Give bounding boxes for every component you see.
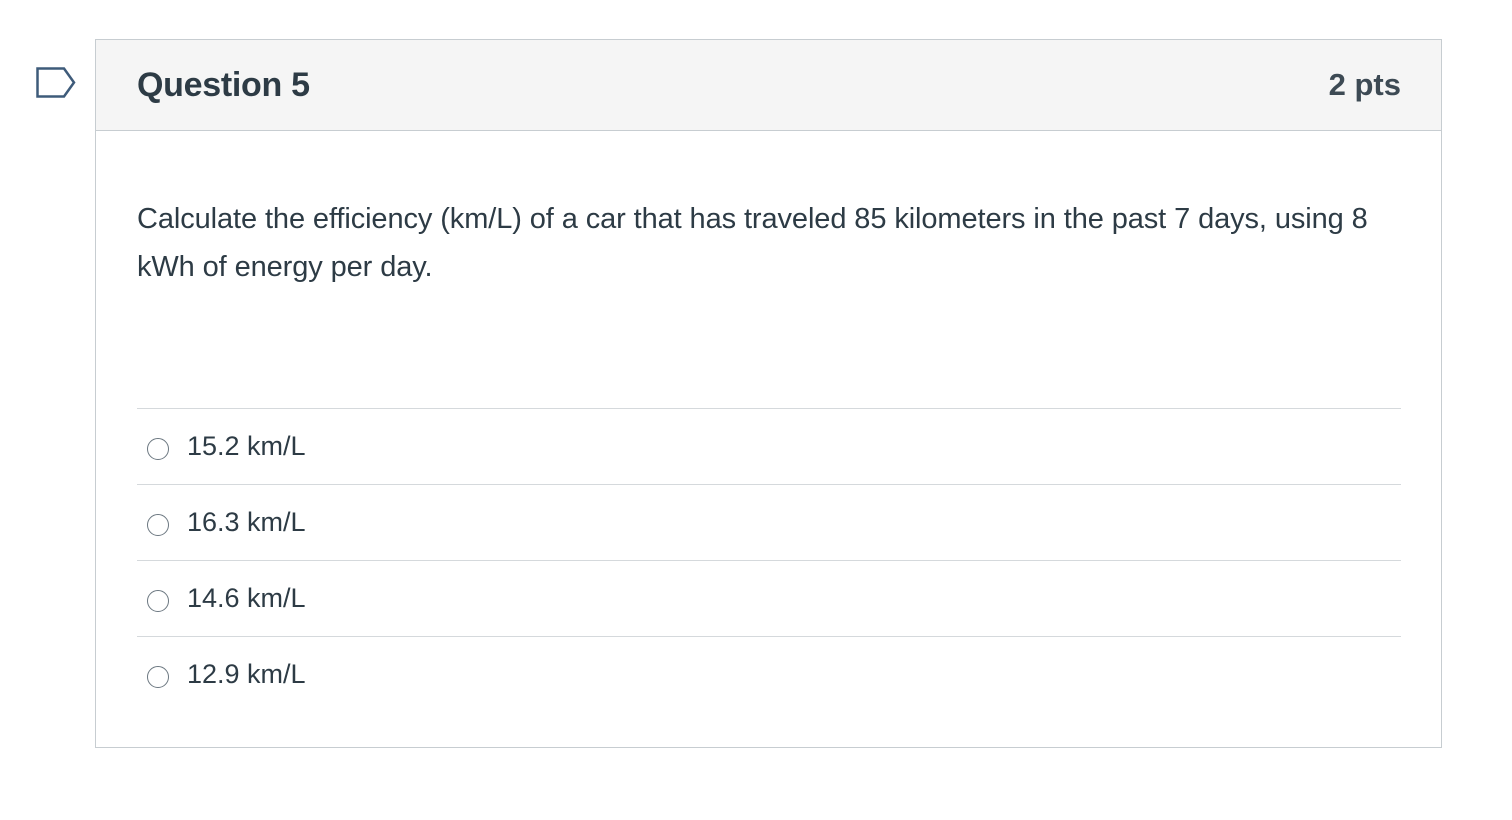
question-header: Question 5 2 pts [96, 40, 1441, 131]
question-card: Question 5 2 pts Calculate the efficienc… [95, 39, 1442, 748]
answer-list: 15.2 km/L 16.3 km/L 14.6 km/L 12.9 km/L [137, 408, 1401, 712]
answer-option[interactable]: 14.6 km/L [137, 561, 1401, 637]
bookmark-flag-icon[interactable] [36, 67, 76, 99]
radio-button[interactable] [147, 589, 169, 612]
question-title: Question 5 [137, 65, 310, 104]
question-points: 2 pts [1328, 67, 1401, 102]
radio-button[interactable] [147, 437, 169, 460]
answer-label: 15.2 km/L [187, 431, 306, 461]
radio-button[interactable] [147, 513, 169, 536]
answer-label: 14.6 km/L [187, 583, 306, 613]
answer-option[interactable]: 15.2 km/L [137, 409, 1401, 485]
answer-option[interactable]: 12.9 km/L [137, 637, 1401, 712]
answer-label: 12.9 km/L [187, 659, 306, 689]
question-text: Calculate the efficiency (km/L) of a car… [137, 203, 1368, 283]
question-body: Calculate the efficiency (km/L) of a car… [96, 131, 1441, 712]
radio-button[interactable] [147, 665, 169, 688]
answer-label: 16.3 km/L [187, 507, 306, 537]
answer-option[interactable]: 16.3 km/L [137, 485, 1401, 561]
